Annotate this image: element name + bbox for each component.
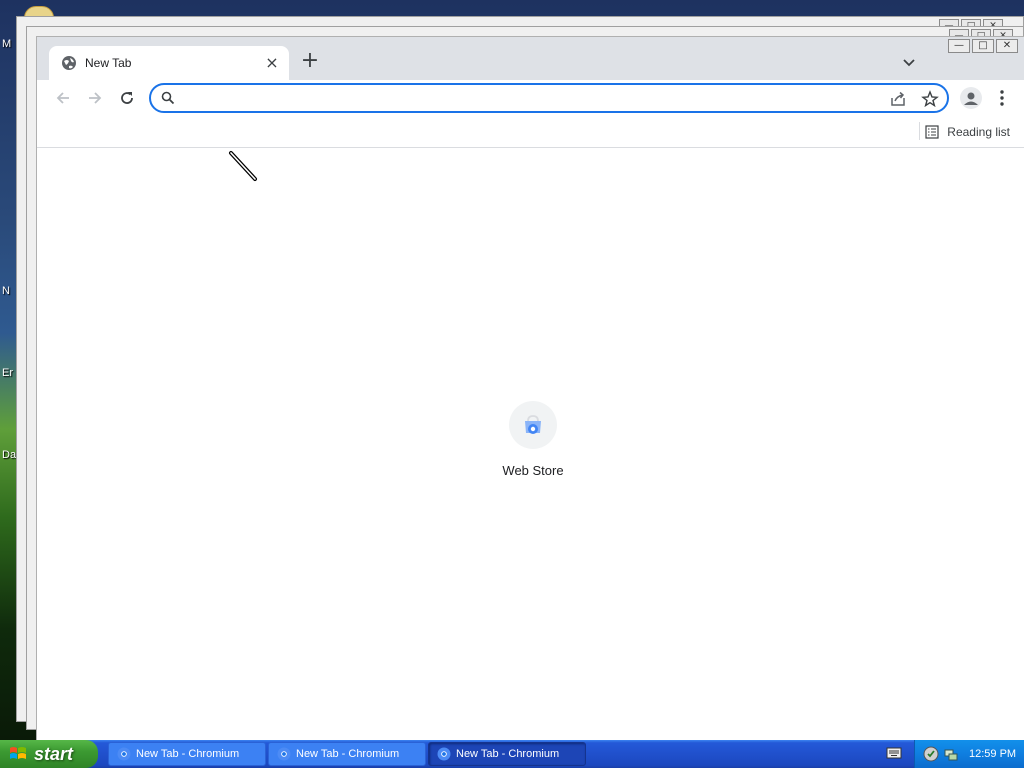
divider [919, 122, 920, 140]
shortcut-web-store[interactable]: Web Store [485, 399, 581, 495]
taskbar-item-chromium[interactable]: New Tab - Chromium [108, 742, 266, 766]
share-icon[interactable] [889, 90, 907, 108]
clock[interactable]: 12:59 PM [969, 748, 1016, 760]
chromium-icon [277, 747, 291, 761]
browser-window: — □ ✕ New Tab × + Reading list Web Store [36, 36, 1024, 741]
taskbar-item-chromium-active[interactable]: New Tab - Chromium [428, 742, 586, 766]
system-tray: 12:59 PM [914, 740, 1024, 768]
tab-strip[interactable]: — □ ✕ New Tab × + [37, 37, 1024, 80]
tab-new-tab[interactable]: New Tab × [49, 46, 289, 80]
tab-title: New Tab [85, 56, 132, 70]
star-icon[interactable] [921, 90, 939, 108]
keyboard-icon[interactable] [886, 746, 902, 760]
start-label: start [34, 743, 74, 764]
start-button[interactable]: start [0, 740, 98, 768]
close-button[interactable]: ✕ [996, 39, 1018, 53]
network-icon[interactable] [943, 746, 959, 762]
toolbar [37, 80, 1024, 116]
desktop-icon-label[interactable]: M [2, 38, 11, 50]
forward-button[interactable] [83, 86, 107, 110]
avatar-icon [964, 92, 978, 105]
chromium-icon [117, 747, 131, 761]
address-input[interactable] [181, 89, 881, 109]
windows-logo-icon [10, 747, 26, 759]
maximize-button[interactable]: □ [972, 39, 994, 53]
reading-list-icon [925, 125, 939, 139]
taskbar-item-chromium[interactable]: New Tab - Chromium [268, 742, 426, 766]
new-tab-button[interactable]: + [299, 50, 321, 73]
desktop-icon-label[interactable]: N [2, 285, 10, 297]
taskbar: start New Tab - Chromium New Tab - Chrom… [0, 740, 1024, 768]
arrow-back-icon [56, 92, 69, 104]
web-store-icon [525, 415, 541, 434]
desktop-icon-label[interactable]: Er [2, 367, 13, 379]
reading-list-label: Reading list [947, 125, 1010, 139]
taskbar-item-label: New Tab - Chromium [136, 748, 240, 760]
new-tab-page: Web Store [37, 149, 1024, 741]
pen-cursor-icon [229, 151, 257, 181]
taskbar-item-label: New Tab - Chromium [456, 748, 560, 760]
shortcut-icon [509, 401, 557, 449]
globe-icon [62, 56, 76, 70]
reload-button[interactable] [115, 86, 139, 110]
chevron-down-icon[interactable] [900, 53, 918, 71]
shortcut-label: Web Store [502, 463, 564, 478]
taskbar-item-label: New Tab - Chromium [296, 748, 400, 760]
close-tab-icon[interactable]: × [263, 54, 281, 72]
back-button[interactable] [51, 86, 75, 110]
security-shield-icon[interactable] [923, 746, 939, 762]
reload-icon [121, 92, 133, 104]
reading-list-button[interactable]: Reading list [925, 122, 1010, 142]
minimize-button[interactable]: — [948, 39, 970, 53]
arrow-forward-icon [89, 92, 102, 104]
address-bar[interactable] [149, 83, 949, 113]
chromium-icon [437, 747, 451, 761]
search-icon [161, 91, 175, 105]
bookmarks-bar: Reading list [37, 116, 1024, 148]
desktop-icon-label[interactable]: Da [2, 449, 16, 461]
more-vert-icon[interactable] [992, 88, 1012, 108]
profile-button[interactable] [960, 87, 982, 109]
